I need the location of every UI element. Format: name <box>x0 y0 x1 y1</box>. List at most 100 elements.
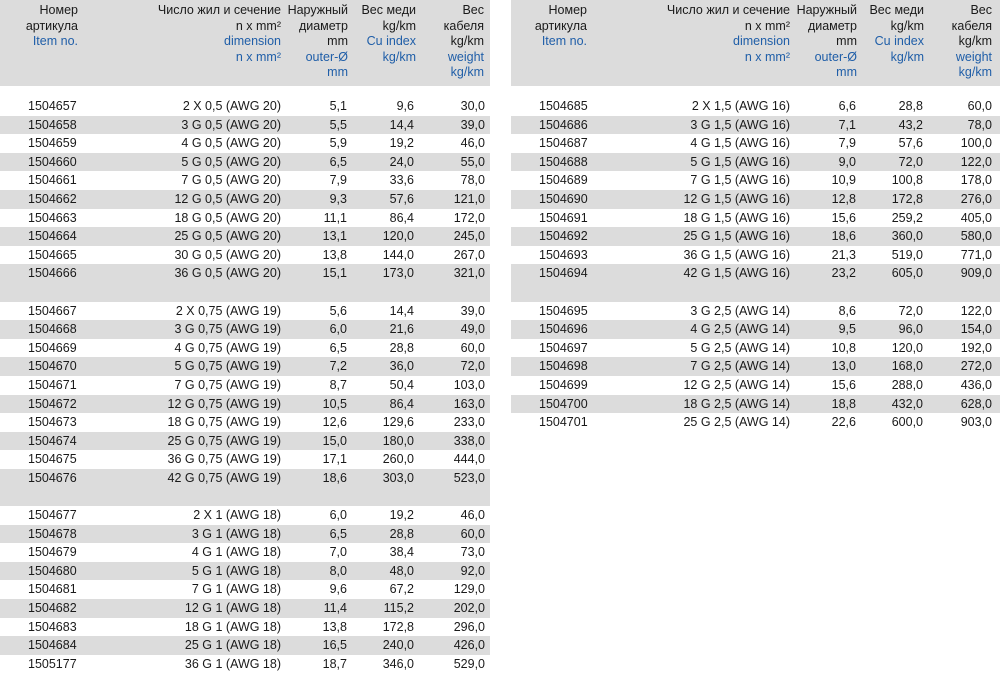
outer-diameter: 13,0 <box>831 359 856 374</box>
table-row: 1504670 5 G 0,75 (AWG 19) 7,2 36,0 72,0 <box>0 357 490 376</box>
dimension: 12 G 0,75 (AWG 19) <box>167 396 281 411</box>
cable-weight: 178,0 <box>960 173 992 188</box>
outer-diameter: 7,0 <box>329 545 347 560</box>
item-number: 1504696 <box>539 322 588 337</box>
header-ru-line: Вес меди <box>361 3 416 17</box>
table-row: 1504664 25 G 0,5 (AWG 20) 13,1 120,0 245,0 <box>0 227 490 246</box>
header-ru-line: Вес <box>970 3 992 17</box>
copper-weight: 173,0 <box>382 266 414 281</box>
cable-weight: 122,0 <box>960 154 992 169</box>
outer-diameter: 5,9 <box>329 136 347 151</box>
copper-weight: 72,0 <box>898 303 923 318</box>
header-ru-line: mm <box>836 34 857 48</box>
item-number: 1504684 <box>28 638 77 653</box>
table-row: 1504672 12 G 0,75 (AWG 19) 10,5 86,4 163,0 <box>0 394 490 414</box>
cable-weight: 267,0 <box>453 247 485 262</box>
dimension: 4 G 1,5 (AWG 16) <box>690 136 790 151</box>
outer-diameter: 18,8 <box>831 396 856 411</box>
copper-weight: 48,0 <box>389 563 414 578</box>
copper-weight: 168,0 <box>891 359 923 374</box>
table-row: 1504689 7 G 1,5 (AWG 16) 10,9 100,8 178,0 <box>511 171 1000 190</box>
cable-weight: 60,0 <box>460 526 485 541</box>
dimension: 42 G 0,75 (AWG 19) <box>167 470 281 485</box>
table-header: Номер артикула Item no. Число жил и сечение… <box>511 0 1000 86</box>
cable-weight: 103,0 <box>453 377 485 392</box>
dimension: 25 G 2,5 (AWG 14) <box>683 415 790 430</box>
table-row: 1504677 2 X 1 (AWG 18) 6,0 19,2 46,0 <box>0 506 490 525</box>
table-row: 1504678 3 G 1 (AWG 18) 6,5 28,8 60,0 <box>0 524 490 544</box>
cable-weight: 233,0 <box>453 415 485 430</box>
header-en-line: mm <box>836 65 857 79</box>
item-number: 1504660 <box>28 154 77 169</box>
copper-weight: 129,6 <box>382 415 414 430</box>
header-ru-line: Вес <box>462 3 484 17</box>
dimension: 4 G 0,5 (AWG 20) <box>181 136 281 151</box>
item-number: 1505177 <box>28 656 77 671</box>
cable-weight: 30,0 <box>460 99 485 113</box>
dimension: 42 G 1,5 (AWG 16) <box>683 266 790 281</box>
outer-diameter: 11,4 <box>323 601 347 616</box>
cable-weight: 122,0 <box>960 303 992 318</box>
cable-weight: 202,0 <box>453 601 485 616</box>
header-col1: Номер артикула Item no. <box>535 3 587 50</box>
outer-diameter: 6,5 <box>329 526 347 541</box>
copper-weight: 72,0 <box>898 154 923 169</box>
dimension: 5 G 0,5 (AWG 20) <box>181 154 281 169</box>
outer-diameter: 15,6 <box>831 210 856 225</box>
dimension: 3 G 2,5 (AWG 14) <box>690 303 790 318</box>
table-row: 1504660 5 G 0,5 (AWG 20) 6,5 24,0 55,0 <box>0 152 490 172</box>
dimension: 36 G 0,5 (AWG 20) <box>174 266 281 281</box>
outer-diameter: 10,5 <box>322 396 347 411</box>
item-number: 1504692 <box>539 229 588 244</box>
header-ru-line: артикула <box>534 18 587 33</box>
dimension: 36 G 0,75 (AWG 19) <box>167 452 281 467</box>
header-col3: Наружный диаметр mm outer-Ø mm <box>797 3 857 81</box>
cable-weight: 296,0 <box>453 619 485 634</box>
header-ru-line: Наружный <box>287 3 348 17</box>
cable-weight: 172,0 <box>453 210 485 225</box>
copper-weight: 360,0 <box>891 229 923 244</box>
table-row: 1504661 7 G 0,5 (AWG 20) 7,9 33,6 78,0 <box>0 171 490 190</box>
copper-weight: 432,0 <box>891 396 923 411</box>
copper-weight: 86,4 <box>389 210 414 225</box>
table-row: 1504681 7 G 1 (AWG 18) 9,6 67,2 129,0 <box>0 580 490 599</box>
copper-weight: 172,8 <box>891 191 923 206</box>
header-ru-line: кабеля <box>951 18 992 33</box>
outer-diameter: 15,1 <box>322 266 347 281</box>
outer-diameter: 13,1 <box>322 229 347 244</box>
item-number: 1504664 <box>28 229 77 244</box>
item-number: 1504680 <box>28 563 77 578</box>
table-row: 1504679 4 G 1 (AWG 18) 7,0 38,4 73,0 <box>0 543 490 562</box>
dimension: 30 G 0,5 (AWG 20) <box>174 247 281 262</box>
copper-weight: 21,6 <box>389 322 414 337</box>
dimension: 7 G 2,5 (AWG 14) <box>690 359 790 374</box>
cable-weight: 55,0 <box>460 154 485 169</box>
copper-weight: 19,2 <box>389 136 414 151</box>
outer-diameter: 10,8 <box>831 340 856 355</box>
dimension: 3 G 1 (AWG 18) <box>191 526 281 541</box>
dimension: 25 G 1 (AWG 18) <box>184 638 281 653</box>
cable-weight: 580,0 <box>960 229 992 244</box>
header-ru-line: kg/km <box>890 18 924 33</box>
header-en-line: weight <box>447 49 484 64</box>
item-number: 1504663 <box>28 210 77 225</box>
outer-diameter: 18,6 <box>322 470 347 485</box>
cable-weight: 245,0 <box>453 229 485 244</box>
table-row: 1504668 3 G 0,75 (AWG 19) 6,0 21,6 49,0 <box>0 320 490 339</box>
table-row: 1504682 12 G 1 (AWG 18) 11,4 115,2 202,0 <box>0 599 490 618</box>
dimension: 12 G 1 (AWG 18) <box>184 601 281 616</box>
dimension: 7 G 0,75 (AWG 19) <box>174 377 281 392</box>
item-number: 1504662 <box>28 191 77 206</box>
dimension: 2 X 0,5 (AWG 20) <box>182 99 281 113</box>
item-number: 1504659 <box>28 136 77 151</box>
table-row: 1504693 36 G 1,5 (AWG 16) 21,3 519,0 771,0 <box>511 246 1000 265</box>
item-number: 1504667 <box>28 303 77 318</box>
table-row: 1504673 18 G 0,75 (AWG 19) 12,6 129,6 233,0 <box>0 413 490 432</box>
outer-diameter: 15,6 <box>831 377 856 392</box>
item-number: 1504679 <box>28 545 77 560</box>
item-number: 1504677 <box>28 508 77 523</box>
copper-weight: 14,4 <box>389 117 414 132</box>
table-row: 1504667 2 X 0,75 (AWG 19) 5,6 14,4 39,0 <box>0 302 490 321</box>
cable-weight: 529,0 <box>453 656 485 671</box>
outer-diameter: 5,1 <box>329 99 347 113</box>
